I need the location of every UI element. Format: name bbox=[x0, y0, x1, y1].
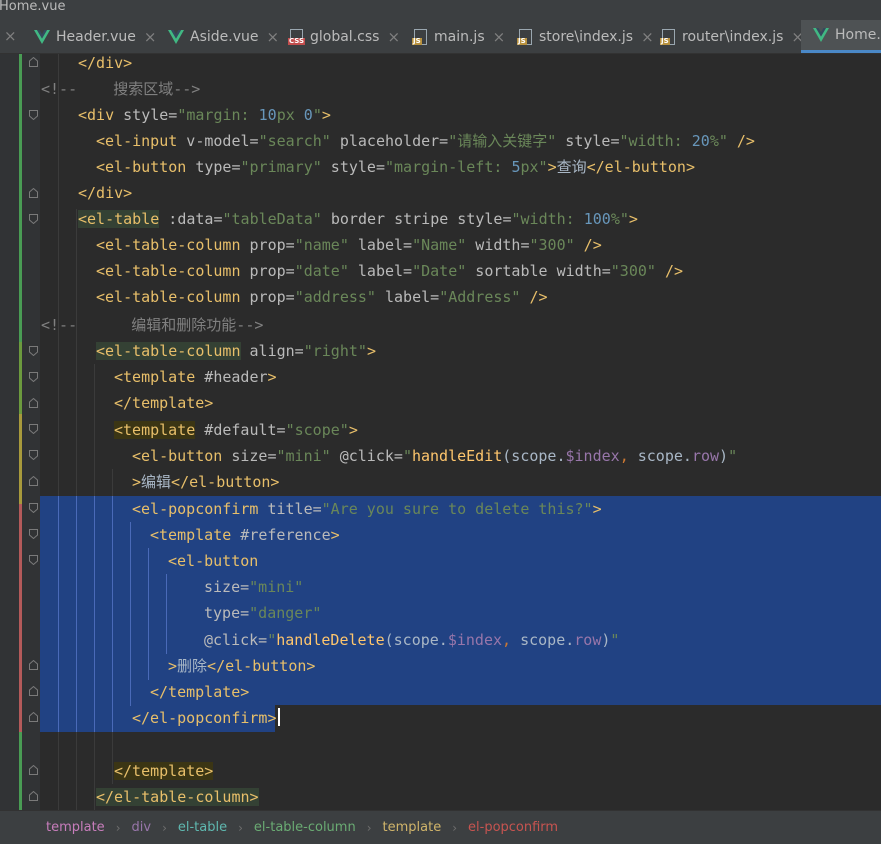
js-file-icon: JS bbox=[517, 28, 533, 45]
js-file-icon: JS bbox=[660, 28, 676, 45]
code-line[interactable]: </template> bbox=[40, 679, 249, 705]
tab-close-icon[interactable]: × bbox=[4, 27, 17, 45]
code-line[interactable]: <template #header> bbox=[40, 364, 277, 390]
tab-close-icon[interactable]: × bbox=[144, 28, 157, 46]
tab-label: Home.v bbox=[835, 27, 881, 43]
tab-label: Aside.vue bbox=[190, 28, 259, 45]
fold-end-icon[interactable] bbox=[29, 398, 38, 408]
vue-file-icon bbox=[168, 29, 184, 44]
fold-end-icon[interactable] bbox=[29, 712, 38, 722]
fold-start-icon[interactable] bbox=[29, 346, 38, 356]
vcs-added-marker bbox=[19, 54, 22, 342]
vcs-deleted-marker bbox=[19, 504, 22, 732]
fold-end-icon[interactable] bbox=[29, 57, 38, 67]
code-line[interactable]: @click="handleDelete(scope.$index, scope… bbox=[40, 627, 619, 653]
fold-start-icon[interactable] bbox=[29, 503, 38, 513]
code-line[interactable]: >编辑</el-button> bbox=[40, 469, 279, 495]
code-line[interactable]: type="danger" bbox=[40, 600, 321, 626]
tab-close-icon[interactable]: × bbox=[266, 28, 279, 46]
window-title-bar: Home.vue bbox=[0, 0, 881, 20]
code-line[interactable]: <template #default="scope"> bbox=[40, 417, 358, 443]
fold-start-icon[interactable] bbox=[29, 110, 38, 120]
code-line[interactable]: <el-button bbox=[40, 548, 258, 574]
code-line[interactable]: <el-table-column prop="name" label="Name… bbox=[40, 232, 602, 258]
breadcrumb-item[interactable]: el-table-column bbox=[254, 820, 356, 835]
breadcrumb-item[interactable]: template bbox=[46, 820, 105, 835]
code-line[interactable]: <el-table :data="tableData" border strip… bbox=[40, 206, 638, 232]
fold-start-icon[interactable] bbox=[29, 372, 38, 382]
breadcrumb-item[interactable]: el-popconfirm bbox=[468, 820, 558, 835]
tab-close-icon[interactable]: × bbox=[641, 28, 654, 46]
fold-end-icon[interactable] bbox=[29, 476, 38, 486]
vcs-modified-marker bbox=[19, 414, 22, 504]
breadcrumb-separator-icon: › bbox=[238, 820, 243, 835]
breadcrumb: template › div › el-table › el-table-col… bbox=[0, 810, 881, 844]
code-editor[interactable]: </div> <!-- 搜索区域--> <div style="margin: … bbox=[0, 54, 881, 810]
breadcrumb-item[interactable]: div bbox=[132, 820, 152, 835]
fold-end-icon[interactable] bbox=[29, 188, 38, 198]
code-line[interactable]: <el-button size="mini" @click="handleEdi… bbox=[40, 443, 737, 469]
fold-start-icon[interactable] bbox=[29, 529, 38, 539]
code-line[interactable]: <div style="margin: 10px 0"> bbox=[40, 102, 331, 128]
tab-label: Header.vue bbox=[56, 28, 136, 45]
code-line[interactable]: </el-table-column> bbox=[40, 784, 259, 810]
tab-close-icon[interactable]: × bbox=[493, 28, 506, 46]
code-line[interactable]: <el-table-column prop="date" label="Date… bbox=[40, 258, 683, 284]
breadcrumb-separator-icon: › bbox=[162, 820, 167, 835]
code-line[interactable]: <!-- 搜索区域--> bbox=[40, 76, 200, 102]
tab-home-vue[interactable]: Home.v bbox=[801, 20, 881, 53]
breadcrumb-separator-icon: › bbox=[452, 820, 458, 835]
text-caret bbox=[277, 708, 280, 726]
fold-start-icon[interactable] bbox=[29, 214, 38, 224]
code-line[interactable]: <el-input v-model="search" placeholder="… bbox=[40, 128, 755, 154]
code-line[interactable]: </div> bbox=[40, 54, 132, 76]
tab-close-icon[interactable]: × bbox=[387, 28, 400, 46]
code-line[interactable]: size="mini" bbox=[40, 574, 303, 600]
tab-router-index-js[interactable]: JS router\index.js × bbox=[660, 20, 804, 53]
tab-main-js[interactable]: JS main.js × bbox=[412, 20, 505, 53]
fold-end-icon[interactable] bbox=[29, 765, 38, 775]
code-line[interactable]: </div> bbox=[40, 180, 132, 206]
code-line[interactable]: </template> bbox=[40, 390, 213, 416]
fold-start-icon[interactable] bbox=[29, 424, 38, 434]
css-file-icon: CSS bbox=[288, 28, 306, 45]
tab-label: main.js bbox=[434, 28, 485, 45]
code-line[interactable]: </template> bbox=[40, 758, 214, 784]
tab-label: global.css bbox=[310, 28, 380, 45]
tab-header-vue[interactable]: Header.vue × bbox=[34, 20, 157, 53]
code-line[interactable]: </el-popconfirm> bbox=[40, 705, 280, 731]
breadcrumb-separator-icon: › bbox=[366, 820, 372, 835]
fold-end-icon[interactable] bbox=[29, 791, 38, 801]
js-file-icon: JS bbox=[412, 28, 428, 45]
code-line[interactable]: <el-button type="primary" style="margin-… bbox=[40, 154, 695, 180]
code-line[interactable]: <el-table-column prop="address" label="A… bbox=[40, 284, 548, 310]
code-line[interactable]: <el-popconfirm title="Are you sure to de… bbox=[40, 496, 602, 522]
fold-end-icon[interactable] bbox=[29, 660, 38, 670]
vcs-added-marker bbox=[19, 732, 22, 810]
vcs-added-marker bbox=[19, 342, 22, 414]
window-title: Home.vue bbox=[0, 0, 66, 14]
vue-file-icon bbox=[34, 29, 50, 44]
editor-tab-bar: × Header.vue × Aside.vue × CSS global.cs… bbox=[0, 20, 881, 54]
fold-end-icon[interactable] bbox=[29, 686, 38, 696]
code-line[interactable]: <!-- 编辑和删除功能--> bbox=[40, 312, 263, 338]
fold-start-icon[interactable] bbox=[29, 555, 38, 565]
code-line[interactable]: <template #reference> bbox=[40, 522, 340, 548]
vue-file-icon bbox=[813, 28, 829, 42]
breadcrumb-item[interactable]: template bbox=[383, 820, 442, 835]
tab-aside-vue[interactable]: Aside.vue × bbox=[168, 20, 279, 53]
code-line[interactable]: >删除</el-button> bbox=[40, 653, 315, 679]
tab-label: router\index.js bbox=[682, 28, 784, 45]
tab-label: store\index.js bbox=[539, 28, 634, 45]
fold-start-icon[interactable] bbox=[29, 450, 38, 460]
breadcrumb-item[interactable]: el-table bbox=[178, 820, 227, 835]
code-line[interactable]: <el-table-column align="right"> bbox=[40, 338, 376, 364]
breadcrumb-separator-icon: › bbox=[115, 820, 121, 835]
tab-store-index-js[interactable]: JS store\index.js × bbox=[517, 20, 654, 53]
tab-global-css[interactable]: CSS global.css × bbox=[288, 20, 400, 53]
